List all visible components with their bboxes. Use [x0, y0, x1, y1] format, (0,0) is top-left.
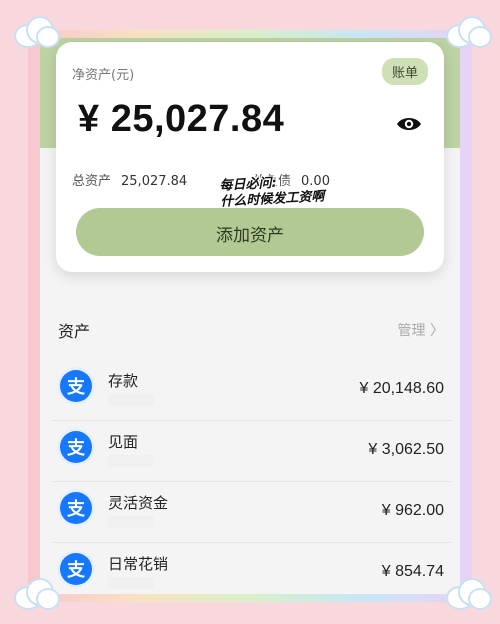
asset-row-meeting[interactable]: 支 见面 ¥ 3,062.50: [52, 421, 452, 482]
asset-name: 灵活资金: [108, 494, 169, 512]
asset-value: ¥ 3,062.50: [368, 441, 444, 458]
add-asset-label: 添加资产: [216, 226, 284, 246]
net-assets-label: 净资产(元): [72, 68, 135, 83]
alipay-icon: 支: [60, 553, 92, 585]
asset-value: ¥ 854.74: [381, 563, 444, 580]
asset-name: 存款: [108, 372, 139, 390]
masked-subtext: [108, 577, 154, 589]
asset-name: 见面: [108, 433, 139, 451]
asset-row-flexible-funds[interactable]: 支 灵活资金 ¥ 962.00: [52, 482, 452, 543]
asset-name: 日常花销: [108, 555, 169, 573]
assets-section-title: 资产: [58, 322, 91, 341]
alipay-icon: 支: [60, 492, 92, 524]
bill-button[interactable]: 账单: [381, 58, 428, 85]
asset-row-deposit[interactable]: 支 存款 ¥ 20,148.60: [52, 360, 452, 421]
cloud-decoration-top-left: [8, 14, 60, 48]
caption-overlay: 每日必问: 什么时候发工资啊: [219, 173, 325, 210]
total-assets-label: 总资产: [72, 174, 112, 189]
asset-value: ¥ 962.00: [381, 502, 444, 519]
asset-row-daily-spending[interactable]: 支 日常花销 ¥ 854.74: [52, 543, 452, 603]
total-assets: 总资产 25,027.84: [72, 170, 187, 189]
masked-subtext: [108, 516, 154, 528]
total-assets-value: 25,027.84: [121, 174, 188, 189]
eye-icon[interactable]: [396, 114, 422, 134]
add-asset-button[interactable]: 添加资产: [76, 208, 424, 256]
manage-link[interactable]: 管理 〉: [398, 320, 444, 340]
cloud-decoration-top-right: [440, 14, 492, 48]
net-assets-amount: ¥ 25,027.84: [78, 98, 285, 140]
asset-value: ¥ 20,148.60: [359, 380, 444, 397]
alipay-icon: 支: [60, 370, 92, 402]
alipay-icon: 支: [60, 431, 92, 463]
net-assets-card: 净资产(元) 账单 ¥ 25,027.84 总资产 25,027.84 总负债 0.…: [56, 42, 444, 272]
masked-subtext: [108, 455, 154, 467]
masked-subtext: [108, 394, 154, 406]
asset-list: 支 存款 ¥ 20,148.60 支 见面 ¥ 3,062.50 支 灵活资金 …: [52, 360, 452, 603]
